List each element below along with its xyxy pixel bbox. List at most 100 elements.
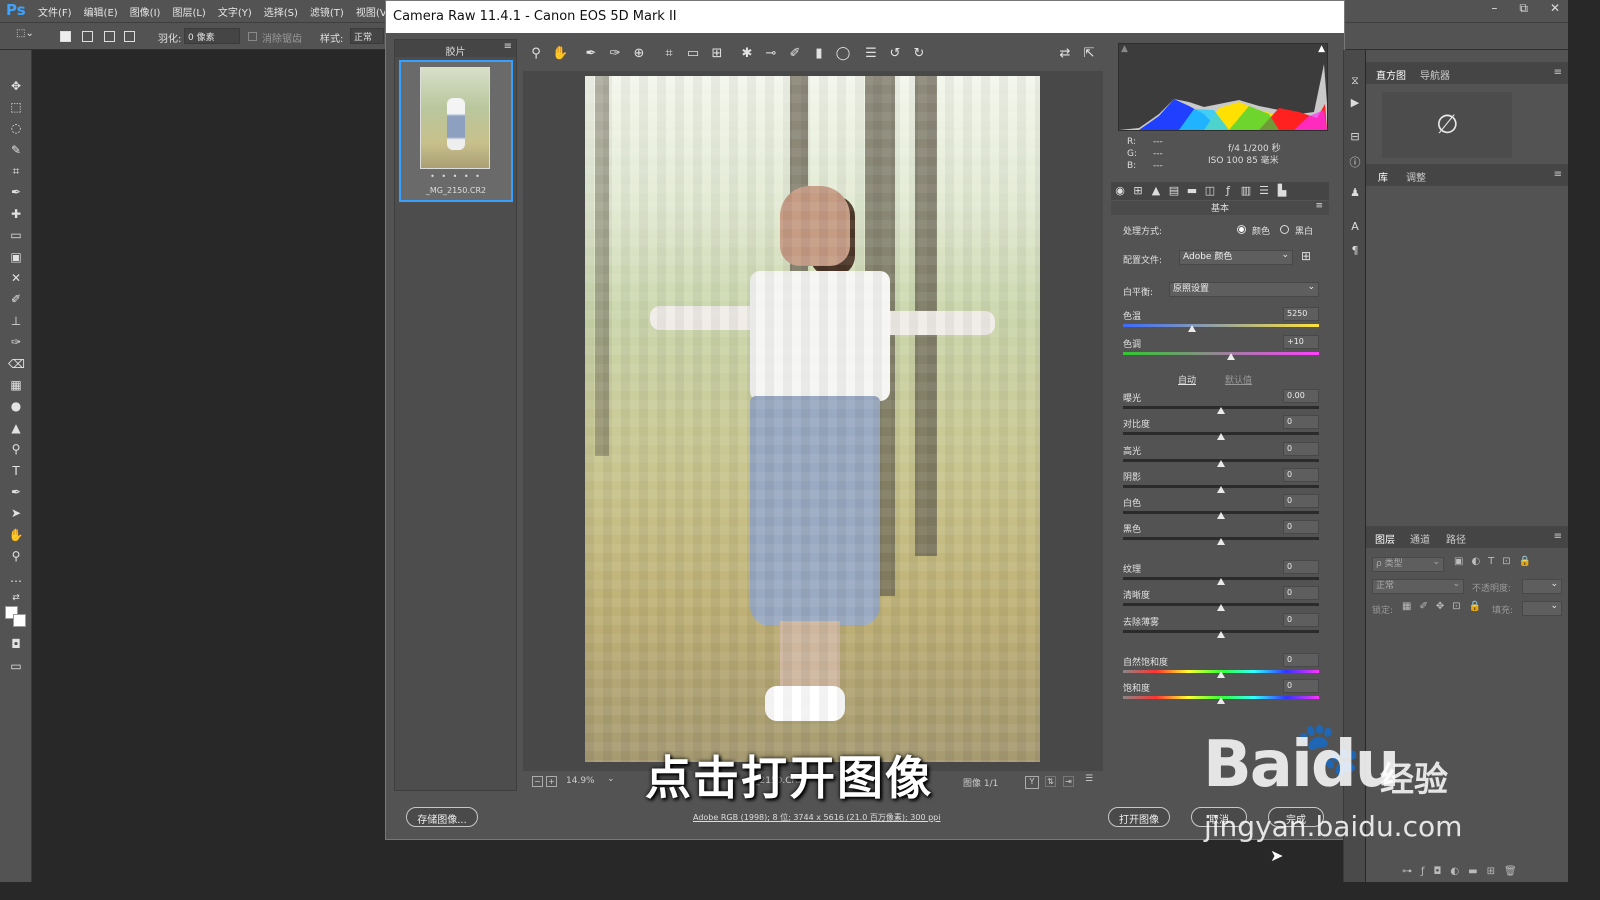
- antialias-checkbox[interactable]: [248, 32, 257, 41]
- move-tool-icon[interactable]: ✥: [8, 78, 24, 94]
- gradient-tool-icon[interactable]: ▦: [8, 377, 24, 393]
- split-toning-tab-icon[interactable]: ▬: [1185, 184, 1199, 197]
- blur-tool-icon[interactable]: ●: [8, 398, 24, 414]
- highlight-clip-icon[interactable]: ▲: [1318, 44, 1325, 54]
- brush-tool-icon[interactable]: ✐: [8, 291, 24, 307]
- crop-icon[interactable]: ⌗: [661, 46, 677, 62]
- layer-kind-filter[interactable]: ρ 类型: [1372, 556, 1444, 572]
- marquee-tool-icon[interactable]: ⬚: [8, 99, 24, 115]
- temp-slider-thumb[interactable]: [1187, 325, 1196, 332]
- lens-tab-icon[interactable]: ◫: [1203, 184, 1217, 197]
- dehaze-value-input[interactable]: 0: [1283, 613, 1319, 627]
- rotate-ccw-icon[interactable]: ↺: [887, 46, 903, 62]
- calibration-tab-icon[interactable]: ▥: [1239, 184, 1253, 197]
- swap-before-after-icon[interactable]: ⇅: [1045, 776, 1056, 787]
- basic-panel-menu-icon[interactable]: ≡: [1315, 201, 1323, 211]
- spot-removal-icon[interactable]: ✱: [739, 46, 755, 62]
- marquee-tool-preset-icon[interactable]: ⬚⌄: [16, 28, 34, 39]
- zoom-out-button[interactable]: −: [532, 776, 543, 787]
- adjustment-brush-icon[interactable]: ✐: [787, 46, 803, 62]
- filmstrip-thumbnail[interactable]: • • • • • _MG_2150.CR2: [399, 60, 513, 202]
- texture-slider-thumb[interactable]: [1217, 578, 1225, 585]
- blend-mode-select[interactable]: 正常: [1372, 578, 1464, 594]
- preferences-icon[interactable]: ☰: [863, 46, 879, 62]
- tab-paths[interactable]: 路径: [1446, 531, 1466, 546]
- contrast-slider-thumb[interactable]: [1217, 433, 1225, 440]
- dodge-tool-icon[interactable]: ⚲: [8, 441, 24, 457]
- profile-select[interactable]: Adobe 颜色: [1179, 249, 1293, 265]
- intersect-selection-icon[interactable]: [124, 31, 135, 42]
- highlights-value-input[interactable]: 0: [1283, 442, 1319, 456]
- rotate-cw-icon[interactable]: ↻: [911, 46, 927, 62]
- treatment-bw-radio[interactable]: [1280, 225, 1289, 234]
- properties-panel-icon[interactable]: ⊟: [1348, 130, 1362, 144]
- menu-layer[interactable]: 图层(L): [172, 4, 205, 19]
- temp-value-input[interactable]: 5250: [1283, 307, 1319, 321]
- zoom-level[interactable]: 14.9%: [566, 776, 595, 786]
- treatment-color-radio[interactable]: [1237, 225, 1246, 234]
- lock-icons[interactable]: ▦✐✥⊡🔒: [1402, 601, 1489, 612]
- new-selection-icon[interactable]: [60, 31, 71, 42]
- quick-mask-icon[interactable]: ◘: [8, 636, 24, 652]
- subtract-selection-icon[interactable]: [104, 31, 115, 42]
- vibrance-slider-thumb[interactable]: [1217, 671, 1225, 678]
- preview-prefs-icon[interactable]: ☰: [1085, 774, 1093, 784]
- feather-input[interactable]: 0 像素: [184, 28, 240, 44]
- whites-slider-thumb[interactable]: [1217, 512, 1225, 519]
- pen-tool-icon[interactable]: ✒: [8, 484, 24, 500]
- clarity-value-input[interactable]: 0: [1283, 586, 1319, 600]
- menu-edit[interactable]: 编辑(E): [84, 4, 118, 19]
- shadow-clip-icon[interactable]: ▲: [1121, 44, 1128, 54]
- default-link[interactable]: 默认值: [1225, 373, 1252, 386]
- whites-value-input[interactable]: 0: [1283, 494, 1319, 508]
- tab-navigator[interactable]: 导航器: [1420, 67, 1450, 82]
- panel-menu-icon[interactable]: ≡: [1554, 67, 1562, 78]
- tint-slider-thumb[interactable]: [1226, 353, 1235, 360]
- lasso-tool-icon[interactable]: ◌: [8, 120, 24, 136]
- presets-tab-icon[interactable]: ☰: [1257, 184, 1271, 197]
- background-color-swatch[interactable]: [13, 614, 26, 627]
- exposure-slider-thumb[interactable]: [1217, 407, 1225, 414]
- color-sampler-icon[interactable]: ✑: [607, 46, 623, 62]
- effects-tab-icon[interactable]: ƒ: [1221, 184, 1235, 197]
- tab-histogram[interactable]: 直方图: [1376, 67, 1406, 82]
- red-eye-icon[interactable]: ⊸: [763, 46, 779, 62]
- menu-image[interactable]: 图像(I): [130, 4, 161, 19]
- tab-adjustments[interactable]: 调整: [1406, 169, 1426, 184]
- menu-filter[interactable]: 滤镜(T): [310, 4, 344, 19]
- copy-settings-icon[interactable]: ⇥: [1063, 776, 1074, 787]
- tab-channels[interactable]: 通道: [1410, 531, 1430, 546]
- screen-mode-icon[interactable]: ▭: [8, 658, 24, 674]
- history-brush-icon[interactable]: ✑: [8, 334, 24, 350]
- path-select-tool-icon[interactable]: ➤: [8, 505, 24, 521]
- zoom-in-button[interactable]: +: [546, 776, 557, 787]
- minimize-button[interactable]: –: [1491, 1, 1497, 16]
- texture-value-input[interactable]: 0: [1283, 560, 1319, 574]
- toggle-preview-icon[interactable]: ⇄: [1057, 46, 1073, 62]
- save-image-button[interactable]: 存储图像...: [406, 807, 478, 827]
- radial-filter-icon[interactable]: ◯: [835, 46, 851, 62]
- straighten-icon[interactable]: ▭: [685, 46, 701, 62]
- shadows-value-input[interactable]: 0: [1283, 468, 1319, 482]
- workflow-options-link[interactable]: Adobe RGB (1998); 8 位; 3744 x 5616 (21.0…: [693, 812, 940, 823]
- healing-tool-icon[interactable]: ✚: [8, 206, 24, 222]
- transform-icon[interactable]: ⊞: [709, 46, 725, 62]
- temp-slider-track[interactable]: [1123, 324, 1319, 327]
- layer-filter-icons[interactable]: ▣◐T⊡🔒: [1454, 556, 1539, 567]
- tint-value-input[interactable]: +10: [1283, 335, 1319, 349]
- menu-type[interactable]: 文字(Y): [218, 4, 252, 19]
- zoom-icon[interactable]: ⚲: [528, 46, 544, 62]
- white-balance-icon[interactable]: ✒: [583, 46, 599, 62]
- hand-icon[interactable]: ✋: [552, 46, 568, 62]
- patch-tool-icon[interactable]: ✕: [8, 270, 24, 286]
- preview-canvas[interactable]: [523, 71, 1103, 771]
- history-panel-icon[interactable]: ⧖: [1348, 74, 1362, 88]
- rating-stars[interactable]: • • • • •: [401, 172, 511, 181]
- white-balance-select[interactable]: 原照设置: [1169, 281, 1319, 297]
- paragraph-panel-icon[interactable]: ¶: [1348, 244, 1362, 258]
- frame-tool-icon[interactable]: ▣: [8, 249, 24, 265]
- clarity-slider-thumb[interactable]: [1217, 604, 1225, 611]
- character-panel-icon[interactable]: A: [1348, 220, 1362, 234]
- layer-footer-icons[interactable]: ⊶ƒ◘◐▬⊞🗑: [1402, 866, 1526, 877]
- add-selection-icon[interactable]: [82, 31, 93, 42]
